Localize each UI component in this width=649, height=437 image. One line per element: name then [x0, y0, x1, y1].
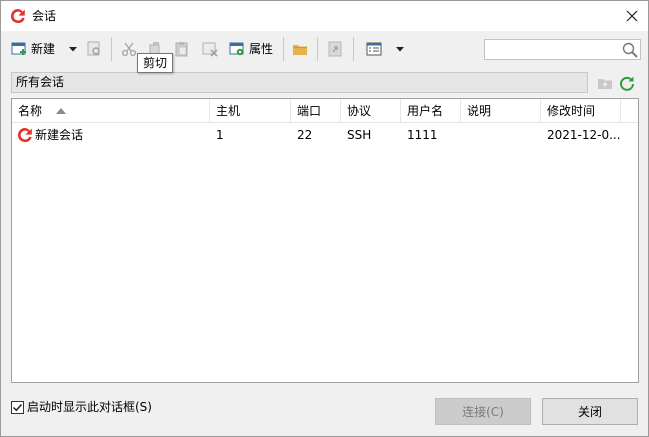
column-header-username[interactable]: 用户名 [401, 99, 461, 123]
column-header-port[interactable]: 端口 [291, 99, 341, 123]
toolbar-separator [283, 37, 284, 61]
view-dropdown-arrow[interactable] [395, 39, 405, 59]
cell-port: 22 [297, 128, 313, 142]
column-header-protocol[interactable]: 协议 [341, 99, 401, 123]
session-list: 名称 主机 端口 协议 用户名 说明 修改时间 新建会话 1 22 SSH 11… [11, 98, 639, 383]
properties-button[interactable]: 属性 [229, 39, 273, 59]
toolbar-separator [353, 37, 354, 61]
search-input[interactable] [485, 40, 615, 59]
close-button[interactable]: 关闭 [542, 398, 638, 425]
column-header-description[interactable]: 说明 [461, 99, 541, 123]
folder-icon [293, 45, 307, 55]
properties-icon [229, 42, 244, 56]
chevron-down-icon [396, 46, 404, 51]
toolbar-separator [317, 37, 318, 61]
checkmark-icon [12, 403, 23, 411]
new-folder-button[interactable] [292, 39, 308, 59]
column-header-host[interactable]: 主机 [210, 99, 291, 123]
show-on-startup-option[interactable]: 启动时显示此对话框(S) [11, 399, 152, 415]
scissors-icon [121, 42, 137, 57]
new-dropdown-arrow[interactable] [68, 39, 78, 59]
paste-icon [175, 42, 188, 57]
cell-name: 新建会话 [35, 128, 84, 142]
delete-icon [202, 42, 218, 57]
show-on-startup-checkbox[interactable] [11, 400, 24, 414]
cell-protocol: SSH [347, 128, 372, 142]
window-title: 会话 [32, 9, 57, 23]
column-header-label: 名称 [18, 104, 43, 118]
folder-up-icon[interactable] [597, 75, 613, 91]
session-dialog: 会话 新建 属性 剪切 所有会话 名称 主机 端口 协议 用户名 说明 修改时间… [0, 0, 649, 437]
shortcut-button[interactable] [327, 39, 343, 59]
refresh-icon[interactable] [618, 74, 636, 92]
window-close-button[interactable] [616, 1, 648, 31]
table-row[interactable]: 新建会话 1 22 SSH 1111 2021-12-0... [12, 125, 638, 145]
connect-button[interactable]: 连接(C) [435, 398, 531, 425]
sort-ascending-icon [56, 108, 66, 114]
cut-tooltip: 剪切 [137, 53, 174, 73]
app-logo-icon [11, 9, 25, 23]
close-icon [626, 10, 638, 22]
column-header-name[interactable]: 名称 [12, 99, 210, 123]
path-bar: 所有会话 [11, 72, 588, 93]
search-box [484, 39, 641, 60]
details-view-icon [366, 42, 382, 56]
toolbar-separator [111, 37, 112, 61]
find-button[interactable] [86, 39, 102, 59]
list-header: 名称 主机 端口 协议 用户名 说明 修改时间 [12, 99, 638, 123]
search-icon[interactable] [621, 41, 639, 59]
shortcut-icon [328, 41, 342, 57]
show-on-startup-label: 启动时显示此对话框(S) [27, 400, 152, 414]
cell-host: 1 [216, 128, 224, 142]
paste-button[interactable] [174, 39, 190, 59]
new-session-label: 新建 [31, 42, 56, 56]
view-button[interactable] [366, 39, 382, 59]
title-bar: 会话 [1, 1, 648, 31]
cell-description [461, 125, 541, 145]
delete-button[interactable] [202, 39, 218, 59]
cut-button[interactable] [121, 39, 137, 59]
cell-username: 1111 [407, 128, 438, 142]
column-header-modified[interactable]: 修改时间 [541, 99, 621, 123]
chevron-down-icon [69, 46, 77, 51]
new-session-button[interactable]: 新建 [11, 39, 55, 59]
cell-modified: 2021-12-0... [547, 128, 621, 142]
properties-label: 属性 [249, 42, 274, 56]
new-session-icon [11, 42, 26, 55]
find-icon [87, 41, 100, 56]
